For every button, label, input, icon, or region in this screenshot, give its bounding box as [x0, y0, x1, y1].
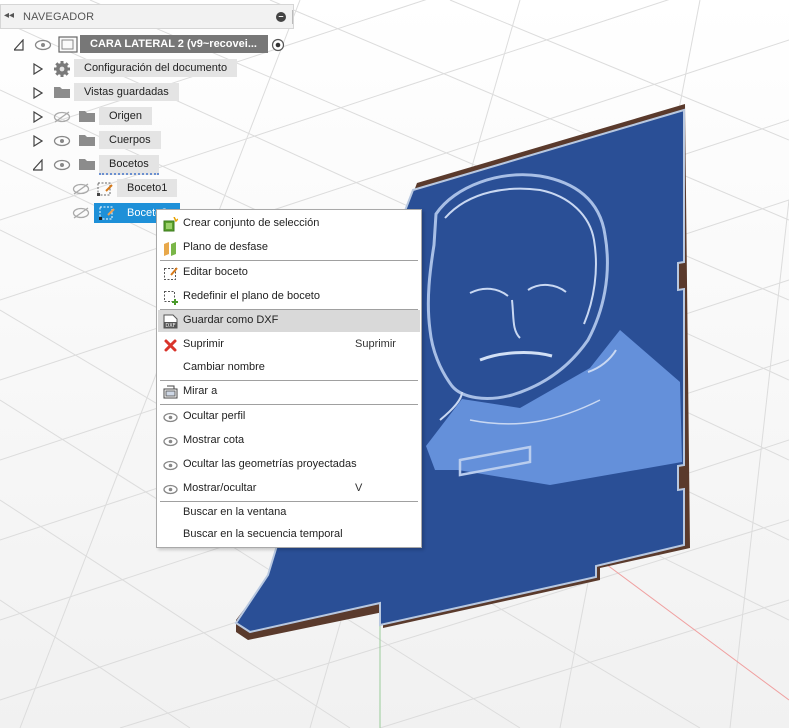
- tree-item-label: Configuración del documento: [74, 59, 238, 77]
- delete-x-icon: [164, 339, 177, 352]
- menu-item-find-in-window[interactable]: Buscar en la ventana: [158, 502, 420, 524]
- collapsed-triangle-icon[interactable]: [33, 63, 43, 75]
- menu-item-label: Redefinir el plano de boceto: [183, 290, 320, 302]
- sketch-icon: [99, 206, 115, 220]
- menu-item-label: Editar boceto: [183, 266, 248, 278]
- menu-item-label: Cambiar nombre: [183, 361, 265, 373]
- tree-item-label: Origen: [99, 107, 153, 125]
- menu-item-label: Buscar en la ventana: [183, 506, 287, 518]
- tree-item-document-settings[interactable]: Configuración del documento: [0, 59, 240, 79]
- tree-item-sketches[interactable]: Bocetos: [0, 155, 160, 175]
- menu-item-hide-projected-geometry[interactable]: Ocultar las geometrías proyectadas: [158, 454, 420, 476]
- radio-button-icon[interactable]: [271, 38, 285, 52]
- menu-separator: [160, 404, 418, 405]
- gear-icon: [54, 61, 70, 77]
- menu-item-label: Buscar en la secuencia temporal: [183, 528, 343, 540]
- menu-item-show-hide[interactable]: Mostrar/ocultar V: [158, 478, 420, 500]
- collapsed-triangle-icon[interactable]: [33, 87, 43, 99]
- menu-separator: [160, 260, 418, 261]
- menu-item-look-at[interactable]: Mirar a: [158, 381, 420, 403]
- menu-item-delete[interactable]: Suprimir Suprimir: [158, 334, 420, 356]
- menu-item-redefine-sketch-plane[interactable]: Redefinir el plano de boceto: [158, 286, 420, 308]
- menu-item-label: Guardar como DXF: [183, 314, 279, 326]
- eye-icon: [163, 484, 178, 495]
- menu-item-create-selection-set[interactable]: Crear conjunto de selección: [158, 213, 420, 235]
- menu-item-rename[interactable]: Cambiar nombre: [158, 357, 420, 379]
- root-label: CARA LATERAL 2 (v9~recovei...: [80, 35, 268, 53]
- redefine-plane-icon: [164, 291, 178, 305]
- folder-icon: [79, 135, 95, 146]
- eye-hidden-icon[interactable]: [72, 183, 90, 195]
- tree-root-row[interactable]: CARA LATERAL 2 (v9~recovei...: [0, 35, 294, 55]
- tree-item-sketch-1[interactable]: Boceto1: [0, 179, 180, 199]
- folder-icon: [79, 159, 95, 170]
- menu-item-hide-profile[interactable]: Ocultar perfil: [158, 406, 420, 428]
- menu-item-label: Mirar a: [183, 385, 218, 397]
- menu-item-label: Plano de desfase: [183, 241, 269, 253]
- menu-item-shortcut: V: [355, 482, 363, 494]
- eye-icon[interactable]: [34, 39, 52, 51]
- component-icon: [58, 36, 78, 53]
- menu-item-label: Crear conjunto de selección: [183, 217, 320, 229]
- tree-item-label: Boceto1: [117, 179, 178, 197]
- edit-sketch-icon: [164, 267, 178, 280]
- menu-item-label: Ocultar perfil: [183, 410, 246, 422]
- menu-item-label: Mostrar cota: [183, 434, 245, 446]
- eye-icon: [163, 460, 178, 471]
- expanded-triangle-icon[interactable]: [33, 159, 43, 171]
- context-menu: Crear conjunto de selección Plano de des…: [156, 209, 422, 548]
- menu-item-save-as-dxf[interactable]: DXF Guardar como DXF: [158, 310, 420, 332]
- look-at-icon: [163, 385, 178, 399]
- svg-text:DXF: DXF: [165, 323, 175, 329]
- tree-item-label: Cuerpos: [99, 131, 161, 149]
- header-divider: [292, 10, 293, 24]
- eye-icon[interactable]: [53, 159, 71, 171]
- dxf-icon: DXF: [163, 314, 178, 329]
- menu-item-find-in-timeline[interactable]: Buscar en la secuencia temporal: [158, 524, 420, 546]
- navigator-header[interactable]: ◂◂ NAVEGADOR –: [0, 4, 294, 29]
- menu-item-label: Ocultar las geometrías proyectadas: [183, 458, 357, 470]
- menu-item-label: Suprimir: [183, 338, 224, 350]
- eye-icon: [163, 412, 178, 423]
- menu-item-show-dimension[interactable]: Mostrar cota: [158, 430, 420, 452]
- menu-item-edit-sketch[interactable]: Editar boceto: [158, 262, 420, 284]
- double-chevron-left-icon[interactable]: ◂◂: [4, 10, 16, 22]
- tree-item-label: Bocetos: [99, 155, 159, 175]
- tree-item-bodies[interactable]: Cuerpos: [0, 131, 161, 151]
- selection-set-icon: [163, 217, 178, 232]
- tree-item-sketch-2[interactable]: Boceto2: [0, 203, 180, 223]
- folder-icon: [79, 111, 95, 122]
- folder-icon: [54, 87, 70, 98]
- offset-plane-icon: [164, 242, 176, 256]
- collapsed-triangle-icon[interactable]: [33, 135, 43, 147]
- sketch-icon: [97, 182, 113, 196]
- navigator-title: NAVEGADOR: [23, 11, 95, 23]
- expanded-triangle-icon[interactable]: [14, 39, 24, 51]
- eye-icon: [163, 436, 178, 447]
- tree-item-label: Vistas guardadas: [74, 83, 179, 101]
- eye-hidden-icon[interactable]: [72, 207, 90, 219]
- tree-item-origin[interactable]: Origen: [0, 107, 160, 127]
- collapsed-triangle-icon[interactable]: [33, 111, 43, 123]
- menu-item-offset-plane[interactable]: Plano de desfase: [158, 237, 420, 259]
- eye-icon[interactable]: [53, 135, 71, 147]
- minus-circle-icon[interactable]: –: [276, 12, 286, 22]
- menu-item-label: Mostrar/ocultar: [183, 482, 257, 494]
- menu-item-shortcut: Suprimir: [355, 338, 396, 350]
- eye-hidden-icon[interactable]: [53, 111, 71, 123]
- tree-item-saved-views[interactable]: Vistas guardadas: [0, 83, 200, 103]
